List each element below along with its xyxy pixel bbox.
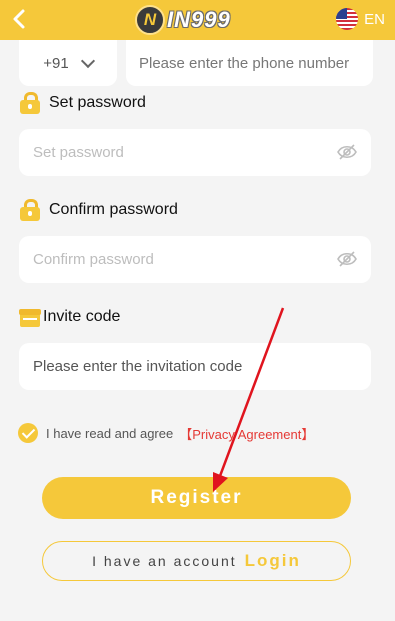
agreement-text: I have read and agree (46, 425, 174, 441)
set-password-label-text: Set password (49, 94, 146, 111)
us-flag-icon (336, 8, 359, 30)
country-code-value: +91 (43, 54, 69, 72)
have-account-text: I have an account (92, 553, 237, 569)
invite-icon (19, 306, 41, 328)
login-link-text: Login (244, 551, 301, 570)
invite-code-field (19, 343, 371, 390)
eye-off-icon[interactable] (337, 250, 357, 268)
chevron-down-icon (80, 53, 95, 68)
privacy-agreement-link[interactable]: 【Privacy Agreement】 (179, 424, 314, 443)
confirm-password-label-text: Confirm password (49, 201, 178, 218)
chevron-left-icon (13, 9, 25, 29)
logo-mark: N (135, 5, 165, 35)
login-button[interactable]: I have an account Login (42, 541, 351, 581)
confirm-password-field (19, 236, 371, 283)
top-bar: N IN999 EN (0, 0, 395, 40)
confirm-password-label: Confirm password (19, 199, 178, 221)
back-button[interactable] (12, 8, 32, 32)
lock-icon (19, 199, 41, 221)
brand-logo: N IN999 (135, 4, 231, 36)
invite-code-label-text: Invite code (43, 308, 121, 325)
invite-code-label: Invite code (19, 306, 120, 328)
set-password-label: Set password (19, 92, 146, 114)
register-button[interactable]: Register (42, 477, 351, 519)
invite-code-input[interactable] (19, 343, 371, 390)
confirm-password-input[interactable] (19, 236, 319, 283)
language-label: EN (364, 10, 385, 28)
eye-off-icon[interactable] (337, 143, 357, 161)
set-password-field (19, 129, 371, 176)
language-selector[interactable]: EN (336, 8, 385, 30)
agreement-row: I have read and agree 【Privacy Agreement… (18, 423, 314, 443)
set-password-input[interactable] (19, 129, 319, 176)
phone-row: +91 (19, 40, 373, 86)
lock-icon (19, 92, 41, 114)
agree-checkbox[interactable] (18, 423, 38, 443)
logo-text: IN999 (167, 7, 231, 32)
phone-input[interactable] (126, 40, 373, 86)
country-code-select[interactable]: +91 (19, 40, 117, 86)
